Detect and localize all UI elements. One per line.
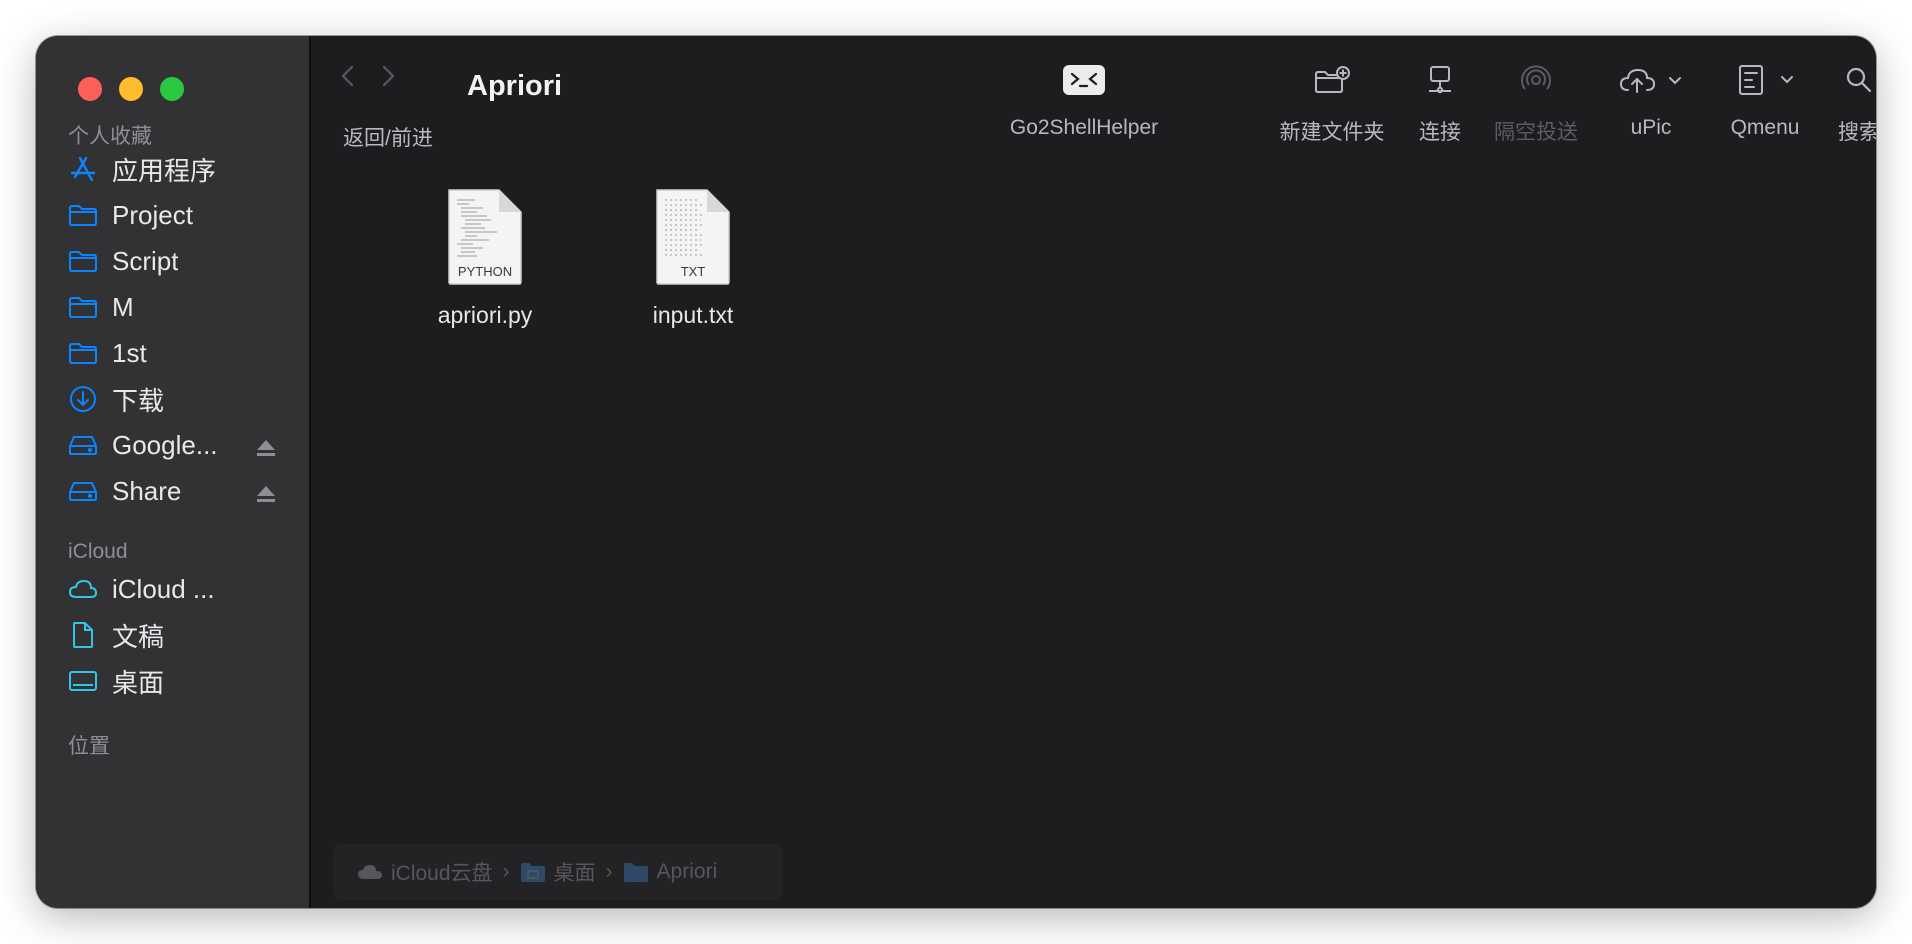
terminal-icon (1062, 56, 1106, 104)
file-badge: TXT (681, 264, 706, 279)
nav-label: 返回/前进 (343, 127, 433, 150)
sidebar-item-label: Script (112, 245, 179, 276)
path-label: iCloud云盘 (391, 862, 493, 885)
search-icon (1844, 56, 1874, 104)
path-label: Apriori (656, 860, 718, 883)
toolbar-label: Qmenu (1730, 116, 1800, 139)
connect-icon (1425, 56, 1455, 104)
connect-button[interactable]: 连接 (1400, 56, 1480, 156)
airdrop-icon (1519, 56, 1553, 104)
window-title: Apriori (467, 70, 563, 102)
minimize-button[interactable] (119, 77, 143, 101)
folder-icon (68, 200, 98, 230)
toolbar-label: 连接 (1419, 121, 1461, 144)
folder-icon (520, 863, 545, 882)
sidebar-item-downloads[interactable]: 下载 (68, 376, 298, 422)
text-file-icon: TXT (655, 188, 731, 286)
forward-button[interactable] (379, 64, 397, 93)
sidebar-item-label: Share (112, 475, 182, 506)
new-folder-icon (1313, 56, 1351, 104)
sidebar-item-applications[interactable]: 应用程序 (68, 146, 298, 192)
toolbar-label: Go2ShellHelper (1009, 116, 1159, 139)
icloud-icon (358, 865, 382, 879)
sidebar-item-icloud-drive[interactable]: iCloud ... (68, 566, 298, 612)
close-button[interactable] (78, 77, 102, 101)
qmenu-button[interactable]: Qmenu (1715, 56, 1815, 156)
sidebar-item-label: M (112, 291, 134, 322)
toolbar-label: 隔空投送 (1494, 121, 1578, 144)
folder-icon (68, 292, 98, 322)
sidebar-item-label: 应用程序 (112, 155, 217, 186)
sidebar-item-label: 1st (112, 337, 147, 368)
sidebar-item-share[interactable]: Share (68, 468, 298, 514)
path-segment-icloud[interactable]: iCloud云盘 (357, 857, 493, 887)
sidebar-item-1st[interactable]: 1st (68, 330, 298, 376)
sidebar-item-label: iCloud ... (112, 573, 215, 604)
path-segment-desktop[interactable]: 桌面 (520, 857, 596, 887)
back-button[interactable] (339, 64, 357, 93)
main-content: 返回/前进 Apriori Go2ShellHelper 新建文件夹 连接 隔空… (311, 36, 1876, 908)
sidebar-item-label: 下载 (112, 385, 165, 416)
desktop-icon (68, 666, 98, 696)
path-label: 桌面 (553, 862, 596, 885)
downloads-icon (68, 384, 98, 414)
sidebar-item-label: 桌面 (112, 667, 165, 698)
folder-icon (68, 338, 98, 368)
locations-header: 位置 (68, 735, 110, 758)
nav-arrows (339, 64, 397, 93)
sidebar-item-m[interactable]: M (68, 284, 298, 330)
qmenu-icon (1734, 56, 1796, 104)
toolbar-label: 新建文件夹 (1279, 121, 1385, 144)
python-file-icon: PYTHON (447, 188, 523, 286)
airdrop-button[interactable]: 隔空投送 (1486, 56, 1586, 156)
chevron-right-icon: › (605, 860, 613, 883)
toolbar-label: 搜索 (1838, 121, 1876, 144)
file-name: apriori.py (437, 302, 533, 328)
upload-cloud-icon (1618, 56, 1684, 104)
file-name: input.txt (652, 302, 734, 328)
sidebar-item-label: 文稿 (112, 621, 165, 652)
sidebar: 个人收藏 应用程序 Project Script M 1st 下载 Google… (36, 36, 311, 908)
go2shellhelper-button[interactable]: Go2ShellHelper (994, 56, 1174, 156)
file-badge: PYTHON (458, 264, 512, 279)
file-item-apriori-py[interactable]: PYTHON apriori.py (405, 188, 565, 329)
sidebar-item-google-drive[interactable]: Google... (68, 422, 298, 468)
icloud-header: iCloud (68, 540, 128, 563)
sidebar-item-label: Project (112, 199, 193, 230)
drive-icon (68, 476, 98, 506)
sidebar-item-documents[interactable]: 文稿 (68, 612, 298, 658)
eject-icon[interactable] (256, 480, 276, 502)
path-segment-apriori[interactable]: Apriori (623, 860, 718, 884)
sidebar-item-label: Google... (112, 429, 218, 460)
toolbar-label: uPic (1630, 116, 1672, 139)
window-controls (78, 77, 184, 101)
drive-icon (68, 430, 98, 460)
folder-icon (68, 246, 98, 276)
zoom-button[interactable] (160, 77, 184, 101)
icloud-icon (68, 574, 98, 604)
file-item-input-txt[interactable]: TXT input.txt (613, 188, 773, 329)
eject-icon[interactable] (256, 434, 276, 456)
sidebar-item-script[interactable]: Script (68, 238, 298, 284)
document-icon (68, 620, 98, 650)
search-button[interactable]: 搜索 (1824, 56, 1876, 156)
folder-icon (623, 863, 648, 882)
new-folder-button[interactable]: 新建文件夹 (1262, 56, 1402, 156)
sidebar-item-project[interactable]: Project (68, 192, 298, 238)
path-bar: iCloud云盘 › 桌面 › Apriori (333, 844, 783, 900)
sidebar-item-desktop[interactable]: 桌面 (68, 658, 298, 704)
upic-button[interactable]: uPic (1611, 56, 1691, 156)
finder-window: 个人收藏 应用程序 Project Script M 1st 下载 Google… (36, 36, 1876, 908)
applications-icon (68, 154, 98, 184)
chevron-right-icon: › (502, 860, 510, 883)
